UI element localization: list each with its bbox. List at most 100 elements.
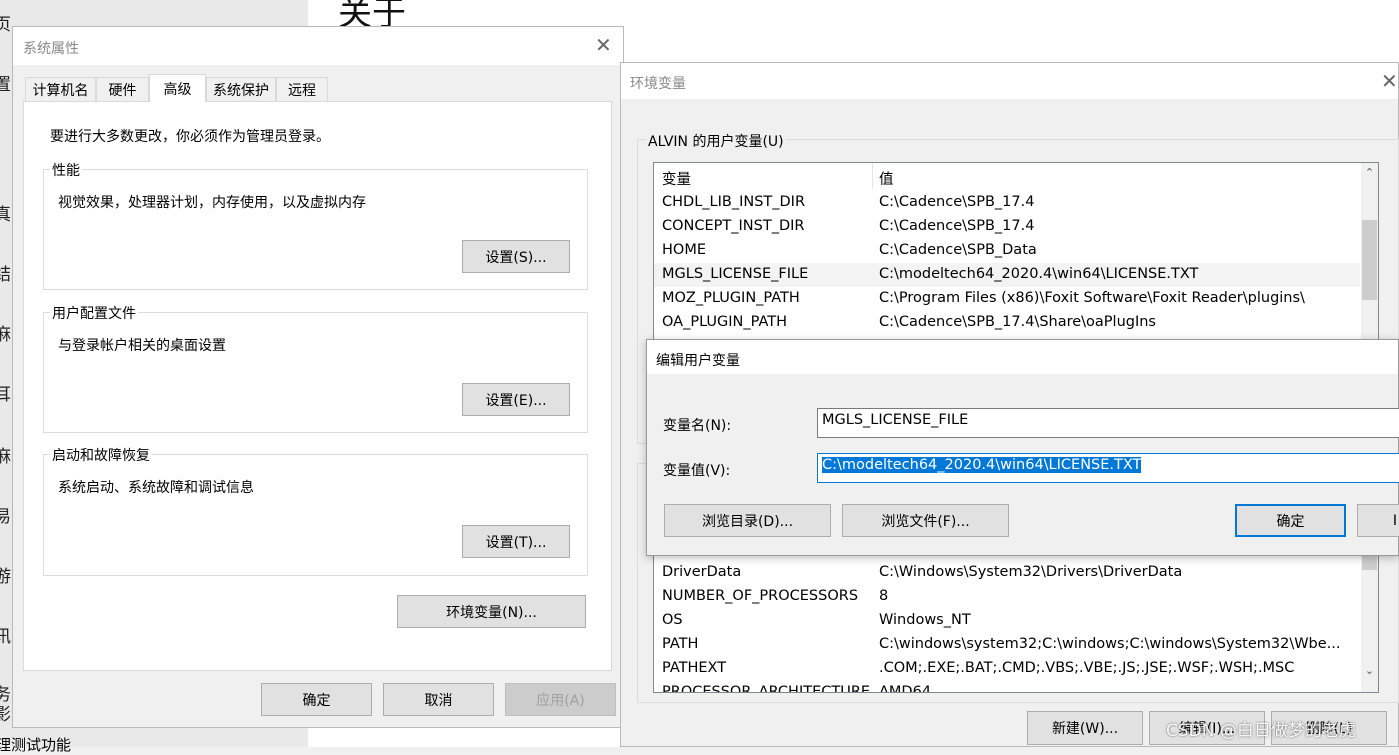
admin-note: 要进行大多数更改，你必须作为管理员登录。 [50, 129, 330, 145]
cancel-button[interactable]: I [1357, 504, 1399, 537]
column-header-value[interactable]: 值 [879, 168, 894, 189]
list-item[interactable]: PROCESSOR_ARCHITECTURE AMD64 [654, 681, 1360, 693]
variable-value: C:\Cadence\SPB_17.4 [879, 194, 1035, 210]
variable-name: NUMBER_OF_PROCESSORS [662, 588, 859, 604]
variable-name: OS [662, 612, 683, 628]
variable-name-label: 变量名(N): [663, 418, 732, 434]
dialog-titlebar [621, 63, 1398, 99]
advanced-tab-panel: 要进行大多数更改，你必须作为管理员登录。 性能 视觉效果，处理器计划，内存使用，… [23, 101, 612, 671]
tab-system-protection[interactable]: 系统保护 [206, 77, 276, 101]
group-legend: 性能 [50, 160, 82, 180]
group-description: 系统启动、系统故障和调试信息 [58, 480, 254, 496]
variable-value: C:\Program Files (x86)\Foxit Software\Fo… [879, 290, 1305, 306]
variable-name: PROCESSOR_ARCHITECTURE [662, 684, 871, 693]
new-variable-button[interactable]: 新建(W)... [1027, 711, 1143, 745]
watermark: CSDN @白日做梦的老虎 [1166, 721, 1356, 741]
variable-name: HOME [662, 242, 706, 258]
dialog-titlebar [647, 340, 1398, 374]
sidebar-bottom-text: 理测试功能 [0, 736, 72, 754]
variable-value: C:\Cadence\SPB_17.4\Share\oaPlugIns [879, 314, 1156, 330]
startup-recovery-group: 启动和故障恢复 系统启动、系统故障和调试信息 设置(T)... [43, 445, 588, 576]
variable-value: C:\Cadence\SPB_17.4 [879, 218, 1035, 234]
group-legend: 用户配置文件 [50, 303, 138, 323]
list-item[interactable]: PATHEXT .COM;.EXE;.BAT;.CMD;.VBS;.VBE;.JS… [654, 657, 1360, 681]
close-icon[interactable]: ✕ [595, 33, 612, 57]
startup-recovery-settings-button[interactable]: 设置(T)... [462, 525, 570, 558]
variable-value: C:\modeltech64_2020.4\win64\LICENSE.TXT [879, 266, 1199, 282]
variable-name: PATHEXT [662, 660, 727, 676]
environment-variables-button[interactable]: 环境变量(N)... [397, 595, 586, 628]
group-description: 视觉效果，处理器计划，内存使用，以及虚拟内存 [58, 195, 366, 211]
variable-value: 8 [879, 588, 889, 604]
list-item[interactable]: PATH C:\windows\system32;C:\windows;C:\wi… [654, 633, 1360, 657]
sidebar-edge-glyph: 页 [0, 15, 11, 35]
list-item[interactable]: DriverData C:\Windows\System32\Drivers\Dr… [654, 561, 1360, 585]
tab-remote[interactable]: 远程 [276, 77, 328, 101]
browse-directory-button[interactable]: 浏览目录(D)... [664, 504, 831, 537]
close-icon[interactable]: ✕ [1381, 69, 1398, 93]
selected-value-text: C:\modeltech64_2020.4\win64\LICENSE.TXT [822, 457, 1142, 473]
performance-settings-button[interactable]: 设置(S)... [462, 240, 570, 273]
performance-group: 性能 视觉效果，处理器计划，内存使用，以及虚拟内存 设置(S)... [43, 160, 588, 290]
list-item[interactable]: OA_PLUGIN_PATH C:\Cadence\SPB_17.4\Share\… [654, 311, 1360, 335]
list-item[interactable]: HOME C:\Cadence\SPB_Data [654, 239, 1360, 263]
user-variables-label: ALVIN 的用户变量(U) [646, 131, 786, 151]
sidebar-edge-glyph: 麻 [0, 447, 11, 467]
system-properties-dialog: 系统属性 ✕ 计算机名 硬件 高级 系统保护 远程 要进行大多数更改，你必须作为… [12, 26, 624, 728]
variable-name: OA_PLUGIN_PATH [662, 314, 788, 330]
variable-value-input[interactable]: C:\modeltech64_2020.4\win64\LICENSE.TXT [817, 453, 1399, 483]
list-header: 变量 值 [654, 163, 1360, 189]
list-item[interactable]: CONCEPT_INST_DIR C:\Cadence\SPB_17.4 [654, 215, 1360, 239]
dialog-title: 环境变量 [630, 76, 686, 92]
list-item-selected[interactable]: MGLS_LICENSE_FILE C:\modeltech64_2020.4\w… [654, 263, 1360, 287]
variable-value: .COM;.EXE;.BAT;.CMD;.VBS;.VBE;.JS;.JSE;.… [879, 660, 1295, 676]
variable-value: C:\Cadence\SPB_Data [879, 242, 1037, 258]
list-item[interactable]: OS Windows_NT [654, 609, 1360, 633]
variable-name-input[interactable]: MGLS_LICENSE_FILE [817, 408, 1399, 438]
scroll-up-icon[interactable]: ⌃ [1361, 166, 1378, 183]
ok-button[interactable]: 确定 [1235, 504, 1346, 537]
scrollbar[interactable]: ⌄ [1361, 534, 1378, 692]
list-item[interactable]: MOZ_PLUGIN_PATH C:\Program Files (x86)\Fo… [654, 287, 1360, 311]
sidebar-edge-glyph: 结 [0, 265, 11, 285]
ok-button[interactable]: 确定 [261, 683, 372, 716]
variable-name: MGLS_LICENSE_FILE [662, 266, 809, 282]
sidebar-edge-glyph: 影 [0, 705, 11, 725]
sidebar-edge-glyph: 耳 [0, 385, 11, 405]
dialog-title: 编辑用户变量 [656, 353, 740, 369]
apply-button[interactable]: 应用(A) [505, 683, 616, 716]
variable-name: CHDL_LIB_INST_DIR [662, 194, 806, 210]
sidebar-edge-glyph: 麻 [0, 325, 11, 345]
user-variables-list[interactable]: 变量 值 CHDL_LIB_INST_DIR C:\Cadence\SPB_17.… [653, 162, 1379, 342]
variable-name: CONCEPT_INST_DIR [662, 218, 805, 234]
variable-name: DriverData [662, 564, 742, 580]
system-variables-list[interactable]: DriverData C:\Windows\System32\Drivers\Dr… [653, 533, 1379, 693]
dialog-titlebar [13, 27, 623, 65]
sidebar-edge-glyph: 易 [0, 507, 11, 527]
group-legend: 启动和故障恢复 [50, 445, 152, 465]
sidebar-edge-glyph: 游 [0, 567, 11, 587]
tab-computer-name[interactable]: 计算机名 [25, 77, 96, 101]
tab-advanced[interactable]: 高级 [149, 74, 206, 102]
list-item[interactable]: CHDL_LIB_INST_DIR C:\Cadence\SPB_17.4 [654, 191, 1360, 215]
variable-name: PATH [662, 636, 699, 652]
column-header-variable[interactable]: 变量 [662, 168, 691, 189]
variable-name: MOZ_PLUGIN_PATH [662, 290, 800, 306]
list-item[interactable]: NUMBER_OF_PROCESSORS 8 [654, 585, 1360, 609]
scrollbar[interactable]: ⌃ [1361, 163, 1378, 341]
dialog-title: 系统属性 [23, 41, 79, 57]
user-profiles-settings-button[interactable]: 设置(E)... [462, 383, 570, 416]
variable-value: AMD64 [879, 684, 932, 693]
variable-value: C:\windows\system32;C:\windows;C:\window… [879, 636, 1341, 652]
sidebar-edge-glyph: 讯 [0, 627, 11, 647]
sidebar-edge-glyph: 置 [0, 75, 11, 95]
variable-value: Windows_NT [879, 612, 971, 628]
tab-hardware[interactable]: 硬件 [96, 77, 149, 101]
scroll-down-icon[interactable]: ⌄ [1361, 664, 1378, 681]
browse-file-button[interactable]: 浏览文件(F)... [842, 504, 1009, 537]
sidebar-edge-glyph: 真 [0, 205, 11, 225]
cancel-button[interactable]: 取消 [383, 683, 494, 716]
user-profiles-group: 用户配置文件 与登录帐户相关的桌面设置 设置(E)... [43, 303, 588, 433]
scrollbar-thumb[interactable] [1362, 220, 1377, 300]
group-description: 与登录帐户相关的桌面设置 [58, 338, 226, 354]
